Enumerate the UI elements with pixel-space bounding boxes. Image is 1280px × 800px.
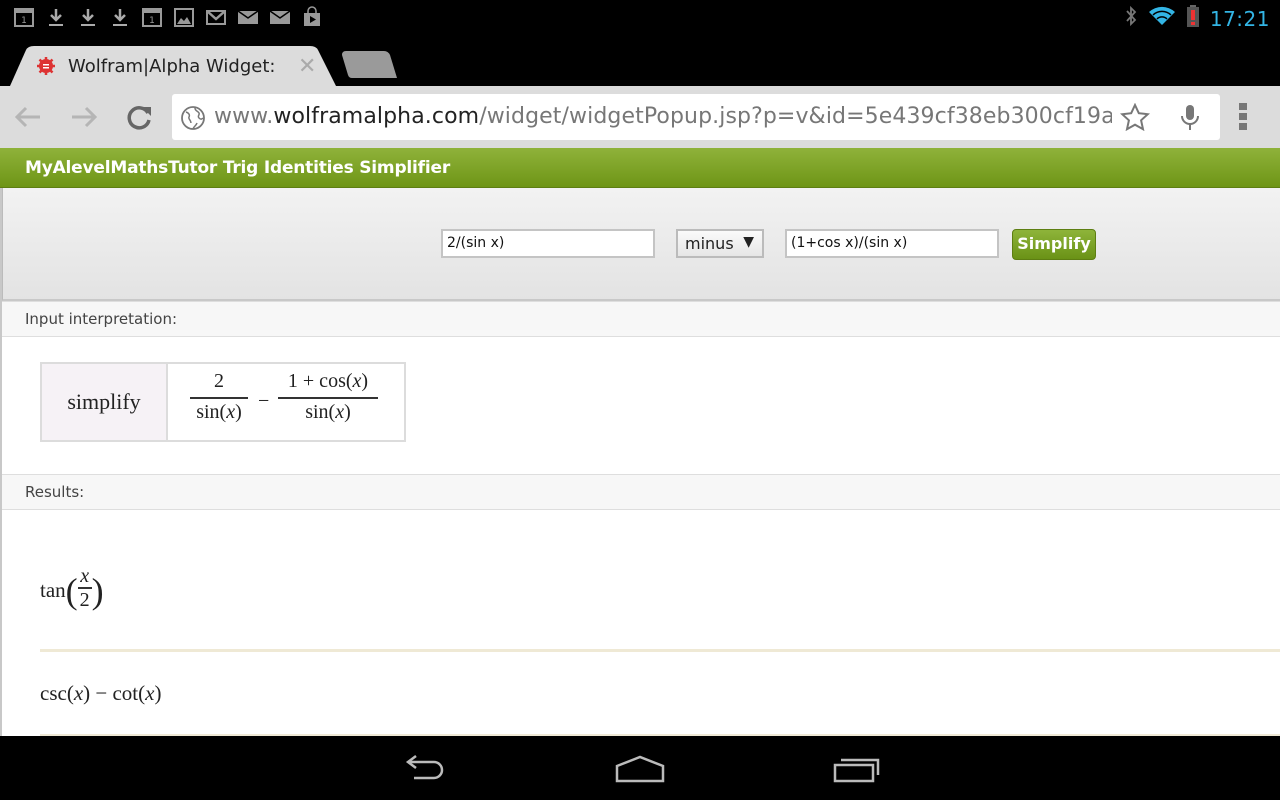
- simplify-button[interactable]: Simplify: [1012, 229, 1096, 260]
- play-store-icon: [300, 5, 324, 29]
- input-interpretation-header: Input interpretation:: [2, 301, 1280, 337]
- recent-apps-nav-icon[interactable]: [832, 754, 882, 789]
- tab-title: Wolfram|Alpha Widget:: [68, 56, 276, 77]
- web-page: MyAlevelMathsTutor Trig Identities Simpl…: [0, 148, 1280, 736]
- input-form: 2/(sin x) minus ▼ (1+cos x)/(sin x) Simp…: [2, 188, 1280, 301]
- result-item: tan(x 2): [40, 565, 104, 611]
- tab-active[interactable]: Wolfram|Alpha Widget: ✕: [10, 46, 336, 86]
- fraction-bar: [278, 397, 378, 399]
- dropdown-arrow-icon: ▼: [743, 234, 754, 250]
- email-icon: [236, 5, 260, 29]
- reload-button[interactable]: [124, 101, 156, 133]
- svg-text:1: 1: [21, 16, 27, 26]
- microphone-icon[interactable]: [1178, 103, 1202, 138]
- close-tab-icon[interactable]: ✕: [298, 53, 316, 79]
- calendar-icon: 1: [140, 5, 164, 29]
- expression1-input[interactable]: 2/(sin x): [441, 229, 655, 258]
- url-host: wolframalpha.com: [273, 104, 480, 129]
- operation-cell: simplify: [42, 364, 168, 440]
- result-item: csc(x) − cot(x): [40, 681, 162, 705]
- widget-header: MyAlevelMathsTutor Trig Identities Simpl…: [0, 148, 1280, 188]
- gallery-icon: [172, 5, 196, 29]
- term1-numerator: 2: [214, 370, 224, 392]
- results-header: Results:: [2, 474, 1280, 510]
- url-text[interactable]: www.wolframalpha.com/widget/widgetPopup.…: [214, 104, 1112, 129]
- globe-icon: [180, 105, 206, 136]
- svg-text:1: 1: [149, 16, 155, 26]
- url-prefix: www.: [214, 104, 274, 129]
- gmail-icon: [204, 5, 228, 29]
- wolfram-favicon-icon: [36, 56, 56, 76]
- fraction-term1: 2 sin(x): [190, 370, 248, 424]
- term1-denominator: sin(x): [196, 400, 242, 423]
- fraction-term2: 1 + cos(x) sin(x): [278, 370, 378, 424]
- download-icon: [76, 5, 100, 29]
- new-tab-button[interactable]: [342, 51, 398, 84]
- clock: 17:21: [1209, 6, 1270, 31]
- forward-button[interactable]: [68, 101, 100, 133]
- result-divider: [40, 649, 1280, 652]
- fraction-bar: [190, 397, 248, 399]
- email-icon: [268, 5, 292, 29]
- bluetooth-icon: [1124, 5, 1138, 32]
- minus-operator: −: [258, 390, 270, 412]
- address-bar[interactable]: www.wolframalpha.com/widget/widgetPopup.…: [172, 94, 1220, 140]
- bookmark-star-icon[interactable]: [1119, 102, 1151, 136]
- back-button[interactable]: [12, 101, 44, 133]
- expression2-input[interactable]: (1+cos x)/(sin x): [785, 229, 999, 258]
- browser-toolbar: www.wolframalpha.com/widget/widgetPopup.…: [0, 86, 1280, 148]
- status-bar: 1 1 17:21: [0, 0, 1280, 34]
- download-icon: [108, 5, 132, 29]
- widget-title: MyAlevelMathsTutor Trig Identities Simpl…: [25, 158, 450, 178]
- results-label: Results:: [25, 483, 85, 501]
- term2-numerator: 1 + cos(x): [287, 370, 369, 392]
- input-interpretation-label: Input interpretation:: [25, 310, 178, 328]
- operator-select[interactable]: minus ▼: [676, 229, 764, 258]
- expression-cell: 2 sin(x) − 1 + cos(x) sin(x): [168, 364, 404, 440]
- wifi-icon: [1148, 5, 1176, 32]
- tab-strip: Wolfram|Alpha Widget: ✕: [0, 34, 1280, 86]
- calendar-icon: 1: [12, 5, 36, 29]
- operator-selected-value: minus: [685, 234, 734, 253]
- input-interpretation-table: simplify 2 sin(x) − 1 + cos(x) sin(x): [40, 362, 406, 442]
- url-path: /widget/widgetPopup.jsp?p=v&id=5e439cf38…: [479, 104, 1112, 129]
- download-icon: [44, 5, 68, 29]
- home-nav-icon[interactable]: [614, 754, 666, 789]
- android-nav-bar: [0, 736, 1280, 800]
- notification-icons: 1 1: [12, 5, 324, 29]
- battery-low-icon: [1186, 4, 1200, 33]
- term2-denominator: sin(x): [305, 400, 351, 423]
- back-nav-icon[interactable]: [400, 754, 448, 789]
- overflow-menu-icon[interactable]: [1238, 102, 1248, 137]
